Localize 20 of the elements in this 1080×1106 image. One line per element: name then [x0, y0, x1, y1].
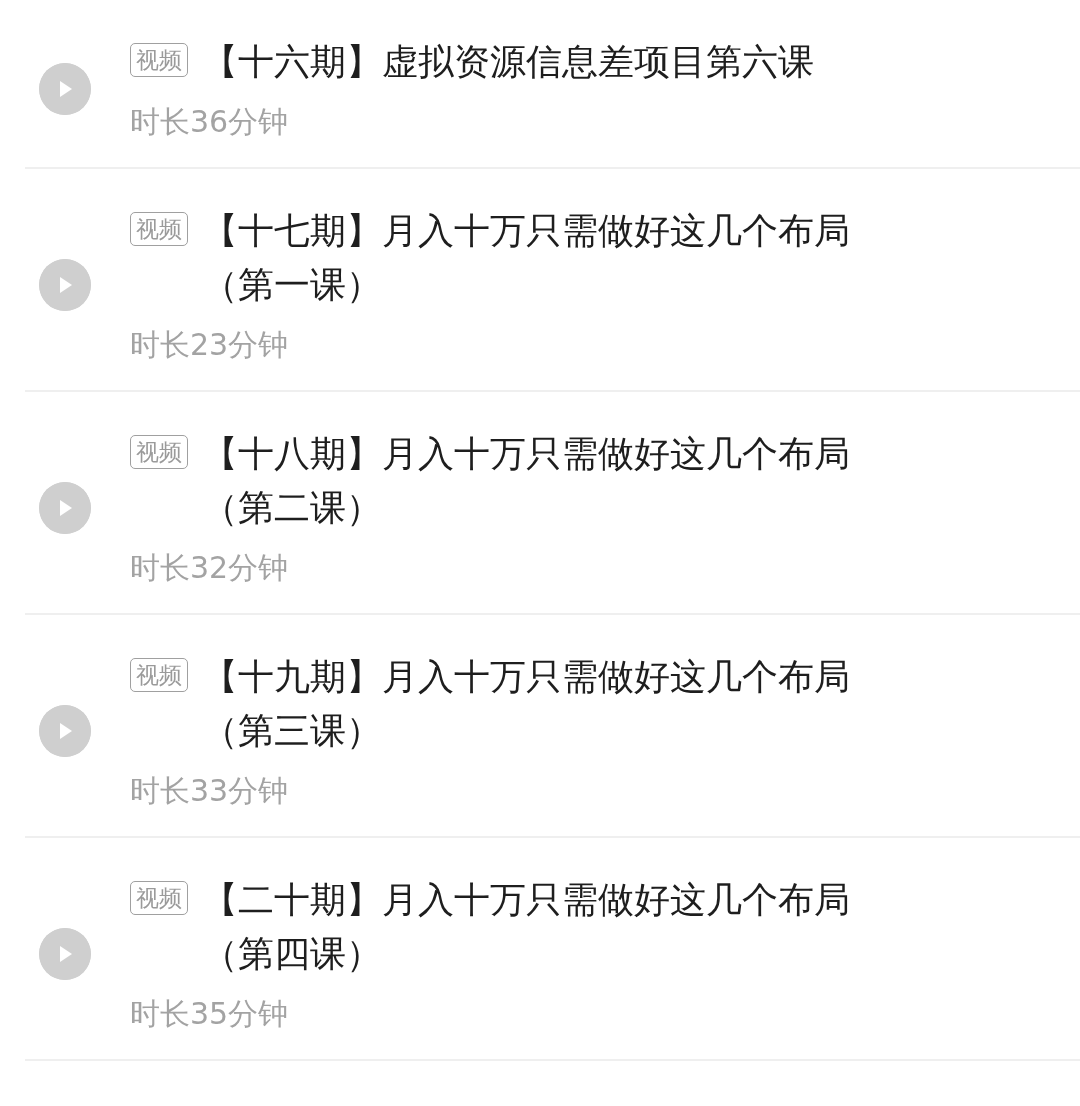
- lesson-duration: 时长35分钟: [130, 995, 290, 1033]
- play-icon[interactable]: [39, 927, 91, 980]
- play-icon[interactable]: [39, 704, 91, 757]
- lesson-title[interactable]: 【十九期】月入十万只需做好这几个布局（第三课）: [202, 650, 857, 758]
- video-tag: 视频: [130, 881, 188, 915]
- video-tag: 视频: [130, 435, 188, 469]
- lesson-duration: 时长32分钟: [130, 549, 290, 587]
- play-icon[interactable]: [39, 481, 91, 534]
- play-icon[interactable]: [39, 62, 91, 115]
- lesson-duration: 时长33分钟: [130, 772, 290, 810]
- lesson-duration: 时长23分钟: [130, 326, 290, 364]
- video-tag: 视频: [130, 43, 188, 77]
- lesson-title[interactable]: 【十八期】月入十万只需做好这几个布局（第二课）: [202, 427, 857, 535]
- play-icon[interactable]: [39, 258, 91, 311]
- video-tag: 视频: [130, 212, 188, 246]
- video-tag: 视频: [130, 658, 188, 692]
- lesson-title[interactable]: 【十七期】月入十万只需做好这几个布局（第一课）: [202, 204, 857, 312]
- lesson-duration: 时长36分钟: [130, 103, 290, 141]
- lesson-title[interactable]: 【二十期】月入十万只需做好这几个布局（第四课）: [202, 873, 857, 981]
- lesson-title[interactable]: 【十六期】虚拟资源信息差项目第六课: [202, 35, 857, 89]
